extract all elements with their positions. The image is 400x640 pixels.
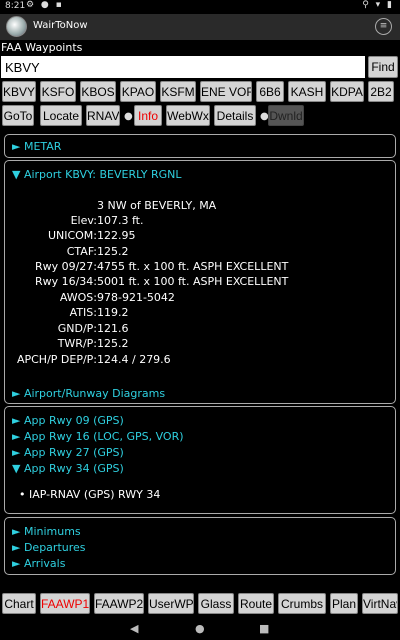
info-key: APCH/P DEP/P: <box>16 353 97 366</box>
details-button[interactable]: Details <box>214 105 256 126</box>
find-button[interactable]: Find <box>368 56 398 78</box>
waypoint-search-input[interactable] <box>1 56 365 78</box>
minimums-toggle[interactable]: ► Minimums <box>12 525 81 538</box>
info-key: CTAF: <box>66 245 97 258</box>
approach-plate-link[interactable]: • IAP-RNAV (GPS) RWY 34 <box>19 488 160 501</box>
recent-waypoint-button[interactable]: KSFM <box>160 81 196 102</box>
info-row-twr: TWR/P: 125.2 <box>5 337 397 352</box>
app-bar: WairToNow ≡ <box>0 14 400 40</box>
info-key: ATIS: <box>69 306 97 319</box>
status-system-icons: ⚲ ▾ ▮ <box>362 0 394 10</box>
status-time: 8:21 <box>5 1 26 11</box>
status-notification-icons: ⚙ ● ▪ <box>26 0 64 10</box>
metar-toggle[interactable]: ► METAR <box>12 140 61 153</box>
recent-waypoint-button[interactable]: 6B6 <box>256 81 284 102</box>
info-value: 121.6 <box>97 322 129 335</box>
tools-row: GoTo Locate RNAV ● Info WebWx Details ● … <box>2 105 400 126</box>
bottom-tab-row: Chart FAAWP1 FAAWP2 UserWP Glass Route C… <box>2 593 400 614</box>
locate-button[interactable]: Locate <box>40 105 82 126</box>
recent-waypoints-row: KBVY KSFO KBOS KPAO KSFM ENE VOR 6B6 KAS… <box>2 81 400 102</box>
arrivals-toggle[interactable]: ► Arrivals <box>12 557 65 570</box>
info-value: 124.4 / 279.6 <box>97 353 171 366</box>
recent-waypoint-button[interactable]: KBVY <box>2 81 36 102</box>
airport-header-toggle[interactable]: ▼ Airport KBVY: BEVERLY RGNL <box>12 168 182 181</box>
info-key: UNICOM: <box>47 229 97 242</box>
app-logo-icon <box>6 16 27 37</box>
info-value: 4755 ft. x 100 ft. ASPH EXCELLENT <box>97 260 289 273</box>
info-row-rwy-09-27: Rwy 09/27: 4755 ft. x 100 ft. ASPH EXCEL… <box>5 260 397 275</box>
info-value: 125.2 <box>97 245 129 258</box>
info-row-rwy-16-34: Rwy 16/34: 5001 ft. x 100 ft. ASPH EXCEL… <box>5 275 397 290</box>
info-value: 978-921-5042 <box>97 291 175 304</box>
recent-waypoint-button[interactable]: KBOS <box>80 81 116 102</box>
tab-userwp[interactable]: UserWP <box>148 593 194 614</box>
system-nav-bar: ◀ ● ■ <box>0 618 400 640</box>
info-value: 5001 ft. x 100 ft. ASPH EXCELLENT <box>97 275 289 288</box>
procedures-panel: ► Minimums ► Departures ► Arrivals <box>4 517 396 575</box>
recent-waypoint-button[interactable]: KPAO <box>120 81 156 102</box>
waypoints-label: FAA Waypoints <box>1 41 83 54</box>
info-key: TWR/P: <box>57 337 97 350</box>
info-key: Rwy 09/27: <box>34 260 97 273</box>
recent-waypoint-button[interactable]: KASH <box>288 81 326 102</box>
info-value: 107.3 ft. <box>97 214 144 227</box>
tab-chart[interactable]: Chart <box>2 593 36 614</box>
location-text: 3 NW of BEVERLY, MA <box>97 199 217 212</box>
info-row-ctaf: CTAF: 125.2 <box>5 245 397 260</box>
metar-panel: ► METAR <box>4 134 396 158</box>
tab-route[interactable]: Route <box>238 593 274 614</box>
recent-waypoint-button[interactable]: 2B2 <box>368 81 394 102</box>
tab-glass[interactable]: Glass <box>198 593 234 614</box>
info-value: 125.2 <box>97 337 129 350</box>
airport-location: 3 NW of BEVERLY, MA <box>5 199 397 214</box>
info-button[interactable]: Info <box>134 105 162 126</box>
goto-button[interactable]: GoTo <box>2 105 34 126</box>
webwx-button[interactable]: WebWx <box>166 105 210 126</box>
info-row-apch-dep: APCH/P DEP/P: 124.4 / 279.6 <box>5 353 397 368</box>
info-row-unicom: UNICOM: 122.95 <box>5 229 397 244</box>
departures-toggle[interactable]: ► Departures <box>12 541 86 554</box>
info-row-gnd: GND/P: 121.6 <box>5 322 397 337</box>
recent-waypoint-button[interactable]: KDPA <box>330 81 364 102</box>
recent-waypoint-button[interactable]: ENE VOR <box>200 81 252 102</box>
tab-faawp2[interactable]: FAAWP2 <box>94 593 144 614</box>
info-value: 119.2 <box>97 306 129 319</box>
approach-toggle[interactable]: ► App Rwy 27 (GPS) <box>12 446 124 459</box>
approach-toggle[interactable]: ▼ App Rwy 34 (GPS) <box>12 462 124 475</box>
info-value: 122.95 <box>97 229 136 242</box>
approach-toggle[interactable]: ► App Rwy 16 (LOC, GPS, VOR) <box>12 430 184 443</box>
info-key: Elev: <box>70 214 97 227</box>
info-key: AWOS: <box>59 291 97 304</box>
status-bar: 8:21 ⚙ ● ▪ ⚲ ▾ ▮ <box>0 0 400 14</box>
overflow-menu-icon[interactable]: ≡ <box>375 18 392 35</box>
rnav-button[interactable]: RNAV <box>86 105 120 126</box>
approach-toggle[interactable]: ► App Rwy 09 (GPS) <box>12 414 124 427</box>
info-row-awos: AWOS: 978-921-5042 <box>5 291 397 306</box>
back-icon[interactable]: ◀ <box>130 622 138 635</box>
info-key: Rwy 16/34: <box>34 275 97 288</box>
info-row-atis: ATIS: 119.2 <box>5 306 397 321</box>
home-icon[interactable]: ● <box>195 622 205 635</box>
download-button[interactable]: Dwnld <box>268 105 304 126</box>
separator-dot: ● <box>124 111 133 122</box>
airport-info-panel: ▼ Airport KBVY: BEVERLY RGNL 3 NW of BEV… <box>4 160 396 404</box>
tab-virtnav[interactable]: VirtNav <box>362 593 398 614</box>
recent-waypoint-button[interactable]: KSFO <box>40 81 76 102</box>
info-key: GND/P: <box>57 322 97 335</box>
recents-icon[interactable]: ■ <box>259 622 269 635</box>
app-title: WairToNow <box>33 20 88 31</box>
tab-crumbs[interactable]: Crumbs <box>278 593 326 614</box>
approaches-panel: ► App Rwy 09 (GPS) ► App Rwy 16 (LOC, GP… <box>4 406 396 514</box>
tab-faawp1[interactable]: FAAWP1 <box>40 593 90 614</box>
runway-diagrams-toggle[interactable]: ► Airport/Runway Diagrams <box>12 387 165 400</box>
info-row-elev: Elev: 107.3 ft. <box>5 214 397 229</box>
tab-plan[interactable]: Plan <box>330 593 358 614</box>
